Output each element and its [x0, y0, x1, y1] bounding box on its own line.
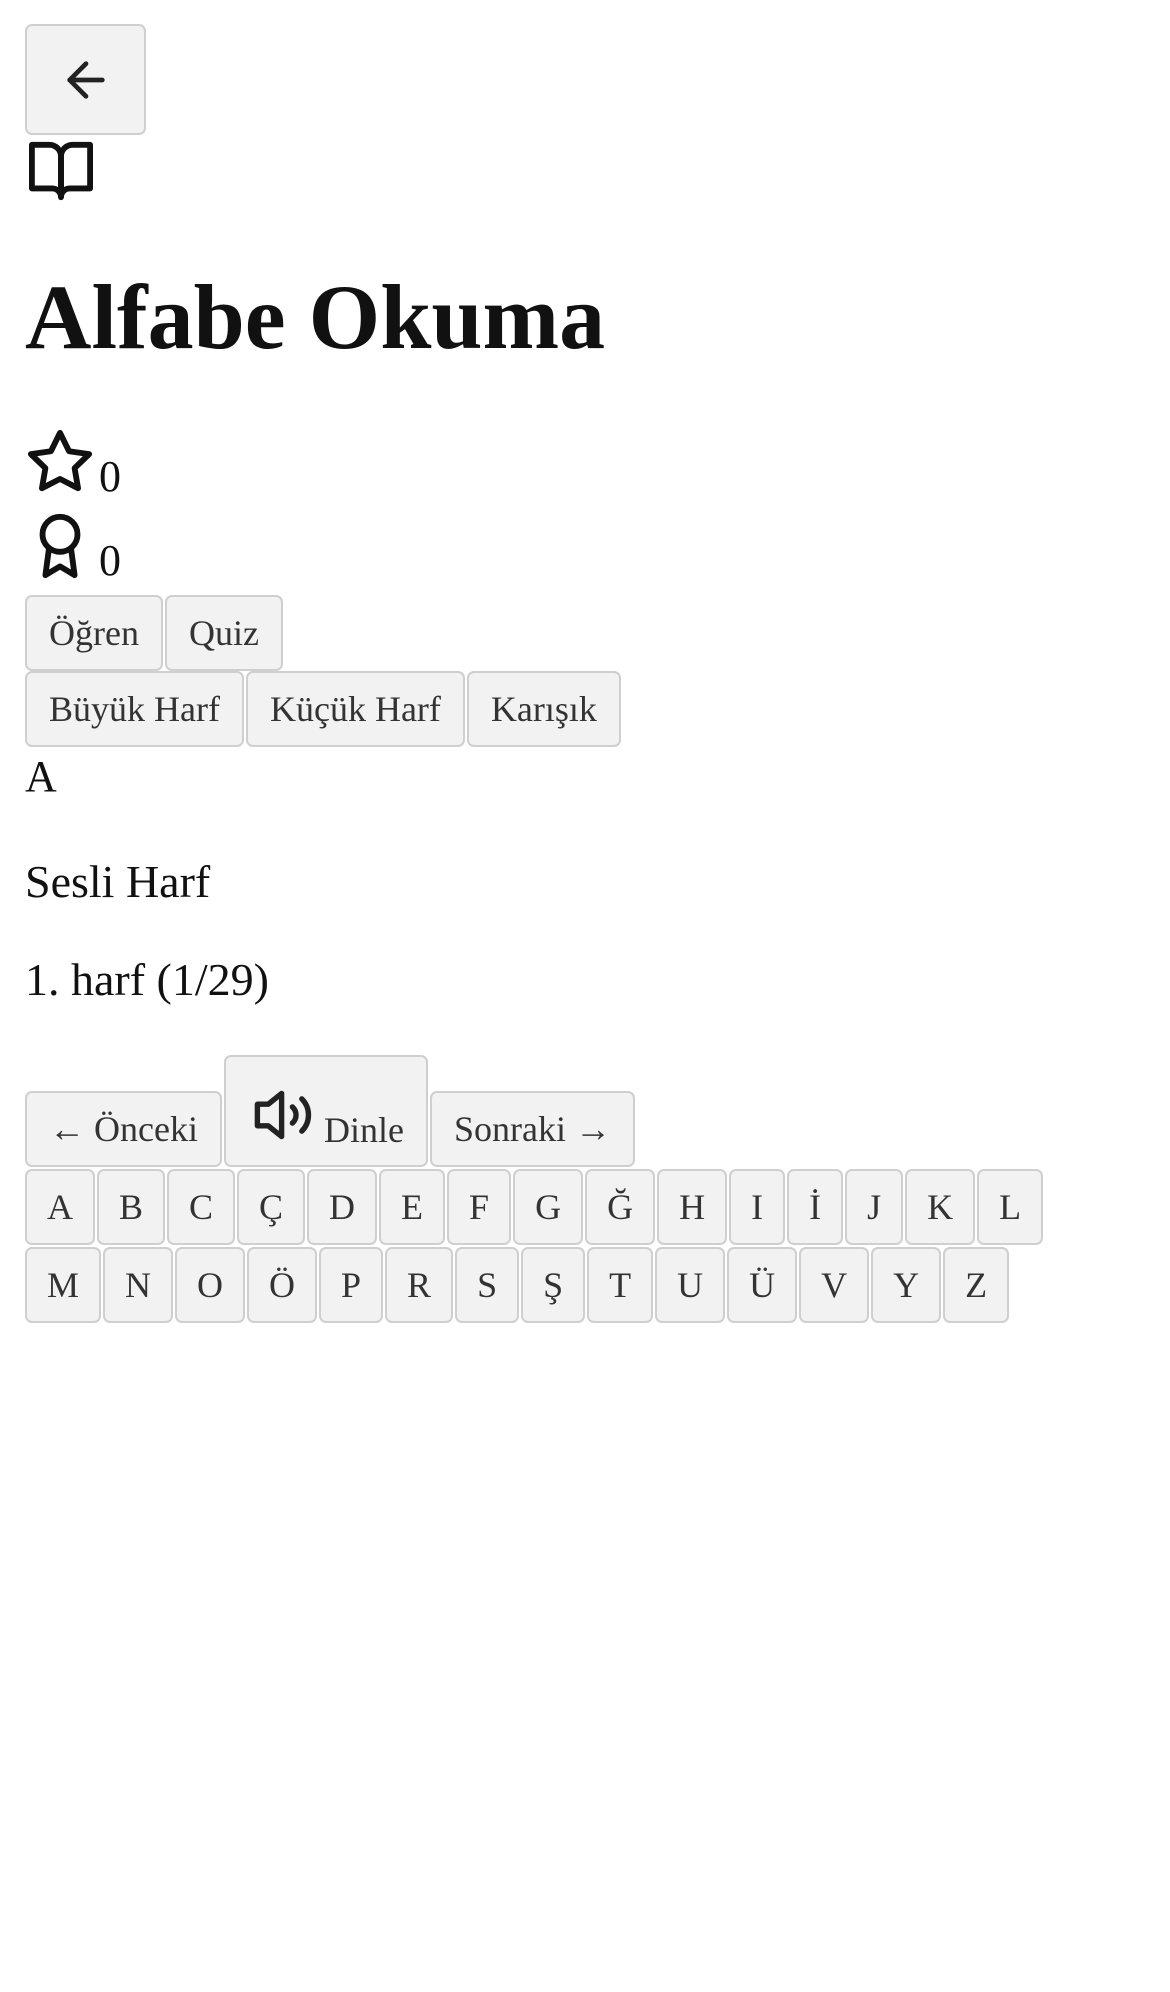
- letter-controls: ← Önceki Dinle Sonraki →: [25, 1055, 1145, 1167]
- letter-key-y[interactable]: Y: [871, 1247, 942, 1323]
- letter-key-l[interactable]: L: [977, 1169, 1044, 1245]
- star-icon: [27, 429, 93, 492]
- letter-key-o-umlaut[interactable]: Ö: [247, 1247, 318, 1323]
- letter-key-u-umlaut[interactable]: Ü: [727, 1247, 798, 1323]
- page-title: Alfabe Okuma: [25, 266, 606, 368]
- letter-key-i-dotless[interactable]: I: [729, 1169, 786, 1245]
- page: Alfabe Okuma 0 0 Öğren Quiz Büyük Harf K…: [0, 0, 1170, 1347]
- letter-key-g-breve[interactable]: Ğ: [585, 1169, 656, 1245]
- badges-count: 0: [99, 536, 121, 585]
- letter-key-a[interactable]: A: [25, 1169, 95, 1245]
- stars-count: 0: [99, 452, 121, 501]
- alphabet-row-2: M N O Ö P R S Ş T U Ü V Y Z: [25, 1247, 1145, 1323]
- letter-key-n[interactable]: N: [103, 1247, 174, 1323]
- letter-key-v[interactable]: V: [799, 1247, 870, 1323]
- letter-key-i-dotted[interactable]: İ: [787, 1169, 844, 1245]
- letter-key-g[interactable]: G: [513, 1169, 584, 1245]
- letter-key-e[interactable]: E: [379, 1169, 446, 1245]
- letter-key-b[interactable]: B: [97, 1169, 166, 1245]
- stars-stat: 0: [25, 413, 1145, 501]
- alphabet-row-1: A B C Ç D E F G Ğ H I İ J K L: [25, 1169, 1145, 1245]
- letter-key-r[interactable]: R: [385, 1247, 454, 1323]
- current-letter: A: [25, 752, 57, 801]
- letter-key-s-cedilla[interactable]: Ş: [521, 1247, 586, 1323]
- book-icon-wrap: [25, 139, 1145, 203]
- letter-key-t[interactable]: T: [587, 1247, 654, 1323]
- badges-stat: 0: [25, 497, 1145, 585]
- next-button[interactable]: Sonraki →: [429, 1091, 635, 1167]
- letter-key-p[interactable]: P: [319, 1247, 384, 1323]
- arrow-left-icon: [66, 60, 105, 99]
- letter-key-o[interactable]: O: [175, 1247, 246, 1323]
- award-ribbon-icon: [39, 513, 81, 579]
- tab-quiz[interactable]: Quiz: [164, 595, 283, 671]
- previous-button[interactable]: ← Önceki: [25, 1091, 222, 1167]
- tab-karisik[interactable]: Karışık: [466, 671, 621, 747]
- letter-key-d[interactable]: D: [307, 1169, 378, 1245]
- letter-key-m[interactable]: M: [25, 1247, 102, 1323]
- letter-key-j[interactable]: J: [845, 1169, 904, 1245]
- speaker-volume-icon: [254, 1090, 312, 1140]
- tab-kucuk-harf[interactable]: Küçük Harf: [245, 671, 465, 747]
- case-tabs: Büyük Harf Küçük Harf Karışık: [25, 671, 1145, 747]
- mode-tabs: Öğren Quiz: [25, 595, 1145, 671]
- listen-label: Dinle: [323, 1110, 404, 1150]
- open-book-icon: [28, 141, 93, 201]
- letter-key-k[interactable]: K: [905, 1169, 976, 1245]
- letter-key-s[interactable]: S: [455, 1247, 520, 1323]
- tab-buyuk-harf[interactable]: Büyük Harf: [25, 671, 244, 747]
- tab-ogren[interactable]: Öğren: [25, 595, 163, 671]
- letter-key-h[interactable]: H: [657, 1169, 728, 1245]
- letter-key-c-cedilla[interactable]: Ç: [237, 1169, 306, 1245]
- letter-key-c[interactable]: C: [167, 1169, 236, 1245]
- letter-position: 1. harf (1/29): [25, 954, 269, 1005]
- letter-kind: Sesli Harf: [25, 856, 211, 907]
- listen-button[interactable]: Dinle: [223, 1055, 428, 1167]
- letter-key-z[interactable]: Z: [943, 1247, 1010, 1323]
- back-button[interactable]: [25, 24, 146, 135]
- letter-key-f[interactable]: F: [447, 1169, 512, 1245]
- letter-key-u[interactable]: U: [655, 1247, 726, 1323]
